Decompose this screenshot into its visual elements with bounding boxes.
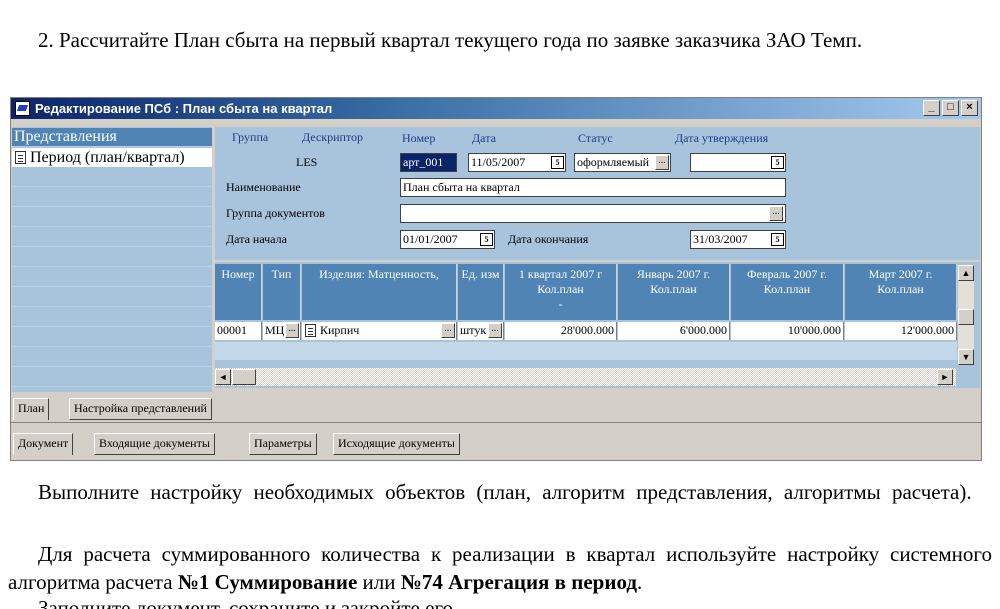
tab-divider [11, 422, 981, 423]
jan-header-line1: Январь 2007 г. [636, 267, 711, 281]
docgroup-label: Группа документов [226, 206, 325, 220]
scroll-down-button[interactable]: ▼ [958, 349, 974, 365]
algorithm-or: или [357, 570, 401, 594]
algorithm-end: . [636, 570, 643, 594]
tab-parameters[interactable]: Параметры [249, 433, 317, 455]
descriptor-label: Дескриптор [302, 130, 364, 144]
vertical-scrollbar[interactable]: ▲ ▼ [958, 265, 974, 365]
tab-outgoing-documents[interactable]: Исходящие документы [333, 433, 460, 455]
docgroup-ellipsis-button[interactable]: ... [769, 206, 783, 221]
approval-date-label: Дата утверждения [675, 131, 769, 145]
document-icon [305, 324, 316, 337]
cell-type[interactable]: МЦ ... [263, 322, 301, 340]
q1-header-line2: Кол.план [537, 282, 584, 296]
calendar-icon[interactable]: 5 [551, 156, 564, 169]
instruction-paragraph: Выполните настройку необходимых объектов… [38, 480, 972, 504]
start-date-field[interactable]: 01/01/2007 5 [400, 230, 495, 249]
cell-unit-value: штук [460, 323, 487, 337]
hscroll-thumb[interactable] [232, 369, 256, 385]
col-header-type[interactable]: Тип [263, 264, 301, 320]
docgroup-field[interactable]: ... [400, 204, 786, 223]
col-header-mar[interactable]: Март 2007 г. Кол.план [845, 264, 957, 320]
task-paragraph: 2. Рассчитайте План сбыта на первый квар… [38, 28, 863, 52]
tab-incoming-documents[interactable]: Входящие документы [94, 433, 215, 455]
mar-header-line2: Кол.план [877, 282, 924, 296]
unit-ellipsis-button[interactable]: ... [488, 323, 502, 338]
approval-date-field[interactable]: 5 [690, 153, 786, 172]
view-item-period[interactable]: Период (план/квартал) [12, 148, 212, 167]
name-field[interactable]: План сбыта на квартал [400, 178, 786, 197]
algorithm-aggregation: №74 Агрегация в период [400, 570, 637, 594]
end-date-field[interactable]: 31/03/2007 5 [690, 230, 786, 249]
top-tabs: План Настройка представлений [11, 398, 981, 420]
cell-unit[interactable]: штук ... [458, 322, 504, 340]
view-item-label: Период (план/квартал) [30, 149, 185, 166]
tab-document[interactable]: Документ [13, 433, 74, 455]
calendar-icon[interactable]: 5 [771, 156, 784, 169]
descriptor-value: LES [296, 155, 318, 169]
col-header-item[interactable]: Изделия: Матценность, [302, 264, 457, 320]
cell-type-value: МЦ [265, 323, 285, 337]
col-header-jan[interactable]: Январь 2007 г. Кол.план [618, 264, 730, 320]
col-header-unit[interactable]: Ед. изм [458, 264, 504, 320]
number-label: Номер [402, 131, 436, 145]
cell-number[interactable]: 00001 [215, 322, 262, 340]
window-title: Редактирование ПСб : План сбыта на кварт… [35, 101, 333, 116]
name-label: Наименование [226, 180, 301, 194]
col-header-q1[interactable]: 1 квартал 2007 г Кол.план - [505, 264, 617, 320]
number-field[interactable]: арт_001 [400, 153, 457, 172]
horizontal-scrollbar[interactable]: ◄ ► [215, 368, 956, 386]
status-value: оформляемый [577, 155, 650, 169]
tab-view-settings[interactable]: Настройка представлений [69, 398, 212, 420]
type-ellipsis-button[interactable]: ... [285, 323, 299, 338]
item-ellipsis-button[interactable]: ... [441, 323, 455, 338]
save-paragraph: Заполните документ, сохраните и закройте… [38, 596, 459, 609]
date-value: 11/05/2007 [471, 155, 526, 169]
q1-header-line1: 1 квартал 2007 г [518, 267, 603, 281]
cell-q1[interactable]: 28'000.000 [505, 322, 617, 340]
window-titlebar[interactable]: Редактирование ПСб : План сбыта на кварт… [11, 98, 981, 119]
status-ellipsis-button[interactable]: ... [655, 155, 669, 170]
cell-mar[interactable]: 12'000.000 [845, 322, 957, 340]
minimize-button[interactable]: _ [923, 100, 940, 116]
start-date-label: Дата начала [226, 232, 287, 246]
tab-plan[interactable]: План [13, 398, 50, 420]
document-icon [15, 151, 26, 164]
end-date-label: Дата окончания [508, 232, 589, 246]
date-label: Дата [472, 131, 496, 145]
col-header-number[interactable]: Номер [215, 264, 262, 320]
algorithm-paragraph: Для расчета суммированного количества к … [8, 540, 992, 596]
feb-header-line1: Февраль 2007 г. [747, 267, 827, 281]
bottom-tabs: Документ Входящие документы Параметры Ис… [11, 433, 981, 455]
mar-header-line1: Март 2007 г. [868, 267, 933, 281]
feb-header-line2: Кол.план [763, 282, 811, 296]
views-header: Представления [12, 128, 212, 146]
q1-header-line3: - [558, 297, 563, 311]
maximize-button[interactable]: □ [942, 100, 959, 116]
date-field[interactable]: 11/05/2007 5 [468, 153, 566, 172]
start-date-value: 01/01/2007 [403, 232, 458, 246]
end-date-value: 31/03/2007 [693, 232, 748, 246]
calendar-icon[interactable]: 5 [480, 233, 493, 246]
scroll-thumb[interactable] [958, 309, 974, 325]
cell-feb[interactable]: 10'000.000 [731, 322, 844, 340]
scroll-left-button[interactable]: ◄ [215, 369, 231, 385]
app-icon [15, 101, 30, 116]
scroll-up-button[interactable]: ▲ [958, 265, 974, 281]
status-label: Статус [578, 131, 613, 145]
algorithm-sum: №1 Суммирование [177, 570, 358, 594]
status-field[interactable]: оформляемый ... [574, 153, 671, 172]
cell-item-value: Кирпич [320, 323, 360, 337]
scroll-right-button[interactable]: ► [937, 369, 953, 385]
close-button[interactable]: × [961, 100, 978, 116]
col-header-feb[interactable]: Февраль 2007 г. Кол.план [731, 264, 844, 320]
calendar-icon[interactable]: 5 [771, 233, 784, 246]
cell-jan[interactable]: 6'000.000 [618, 322, 730, 340]
cell-item[interactable]: Кирпич ... [302, 322, 457, 340]
jan-header-line2: Кол.план [650, 282, 697, 296]
group-label: Группа [232, 130, 269, 144]
empty-row [215, 342, 957, 360]
